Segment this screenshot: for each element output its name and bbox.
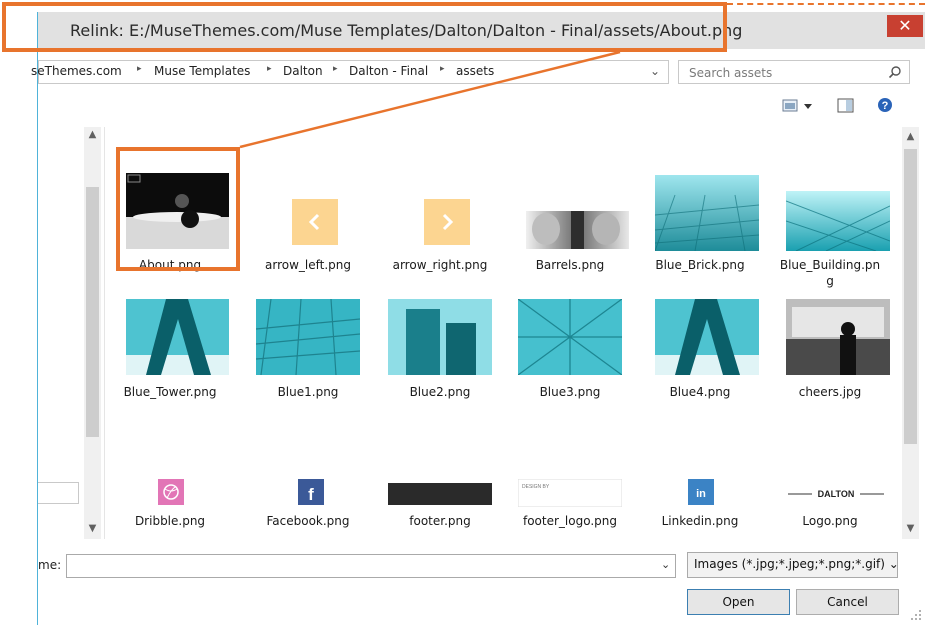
- annotation-connector-line: [239, 50, 621, 149]
